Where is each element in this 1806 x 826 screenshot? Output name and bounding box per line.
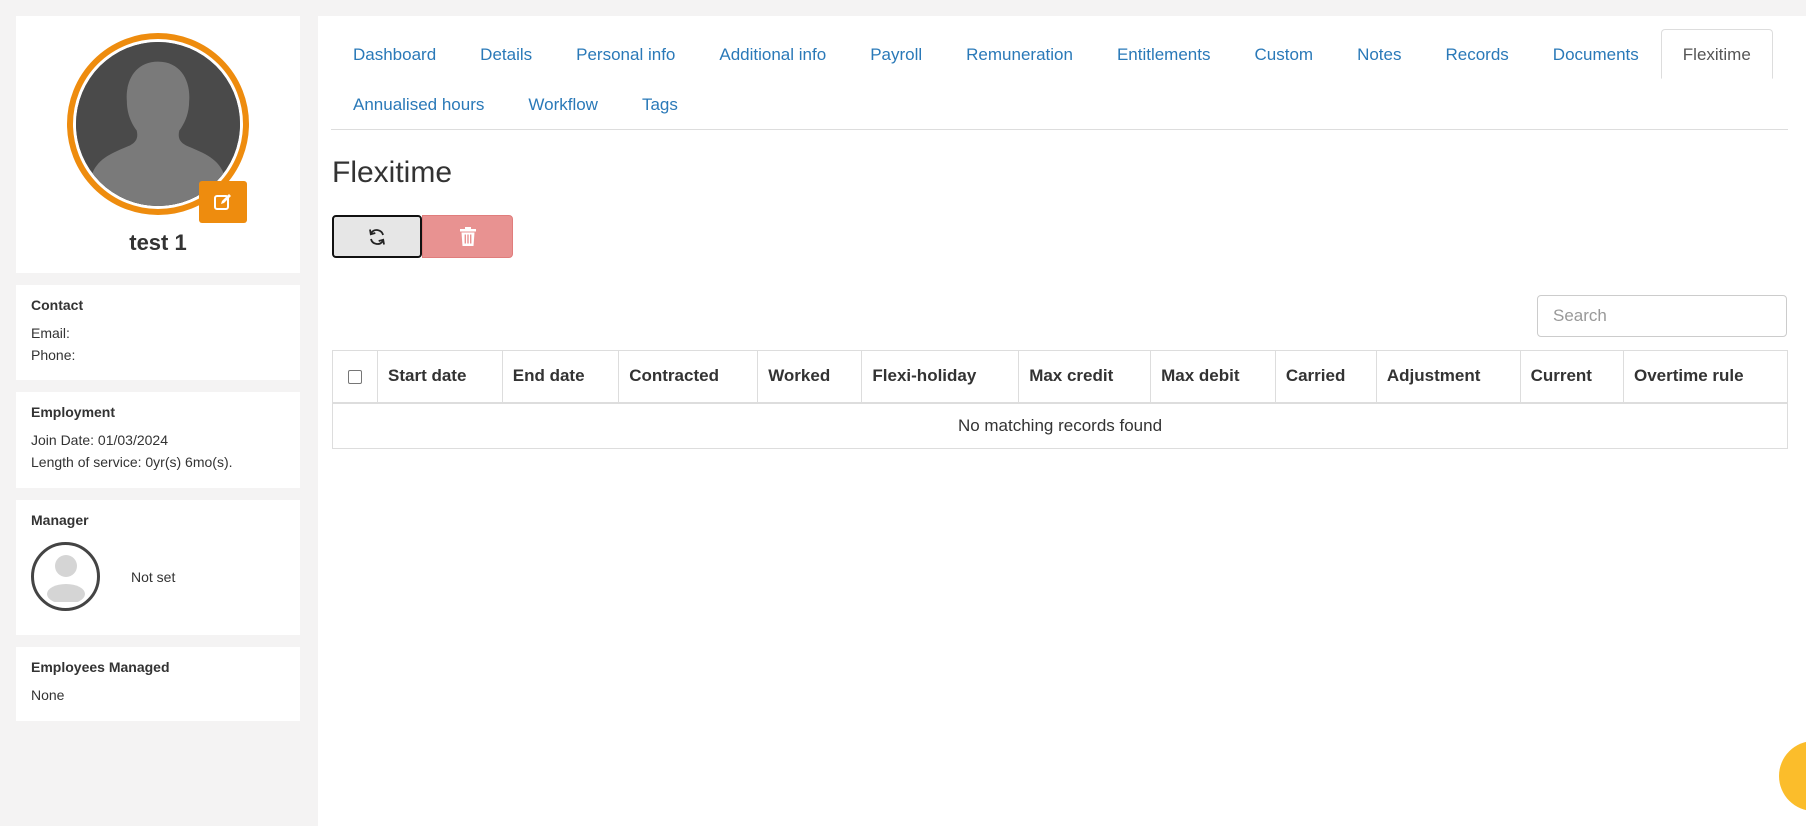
search-input[interactable] [1537,295,1787,337]
tab-records[interactable]: Records [1423,29,1530,79]
tab-annualised-hours[interactable]: Annualised hours [331,79,506,129]
manager-name: Not set [131,568,176,585]
refresh-button[interactable] [332,215,422,258]
contact-title: Contact [31,297,84,313]
edit-photo-button[interactable] [199,181,247,223]
length-of-service: Length of service: 0yr(s) 6mo(s). [31,454,233,470]
employees-managed-title: Employees Managed [31,659,170,675]
tab-documents[interactable]: Documents [1531,29,1661,79]
refresh-icon [369,228,385,245]
employee-sidebar: test 1 Contact Email: Phone: Employment … [16,16,300,733]
toolbar [332,215,513,258]
tab-notes[interactable]: Notes [1335,29,1423,79]
table-empty-row: No matching records found [333,403,1788,449]
manager-card: Manager Not set [16,500,300,635]
tab-details[interactable]: Details [458,29,554,79]
delete-button[interactable] [422,215,513,258]
profile-card: test 1 [16,16,300,273]
manager-title: Manager [31,512,89,528]
main-panel: Dashboard Details Personal info Addition… [318,16,1806,826]
tab-tags[interactable]: Tags [620,79,700,129]
employee-name: test 1 [129,230,187,255]
column-header-max-credit[interactable]: Max credit [1018,350,1152,404]
tab-flexitime[interactable]: Flexitime [1660,29,1773,79]
employees-managed-card: Employees Managed None [16,647,300,721]
tab-additional-info[interactable]: Additional info [697,29,848,79]
trash-icon [459,227,476,246]
tab-entitlements[interactable]: Entitlements [1095,29,1233,79]
tab-personal-info[interactable]: Personal info [554,29,697,79]
select-all-checkbox[interactable] [348,369,362,384]
column-header-start-date[interactable]: Start date [377,350,503,404]
column-header-contracted[interactable]: Contracted [618,350,759,404]
tab-dashboard[interactable]: Dashboard [331,29,458,79]
empty-message: No matching records found [957,415,1163,435]
tab-custom[interactable]: Custom [1232,29,1335,79]
phone-label: Phone: [31,347,76,363]
person-icon [46,554,85,602]
column-header-flexi-holiday[interactable]: Flexi-holiday [861,350,1020,404]
contact-card: Contact Email: Phone: [16,285,300,380]
manager-avatar [31,542,100,611]
tab-remuneration[interactable]: Remuneration [944,29,1095,79]
flexitime-table: Start date End date Contracted Worked Fl… [332,350,1788,449]
tab-bar: Dashboard Details Personal info Addition… [331,29,1788,130]
column-header-end-date[interactable]: End date [502,350,620,404]
tab-payroll[interactable]: Payroll [848,29,944,79]
column-header-current[interactable]: Current [1520,350,1625,404]
column-header-adjustment[interactable]: Adjustment [1376,350,1521,404]
column-header-carried[interactable]: Carried [1275,350,1377,404]
employees-managed-value: None [31,687,65,703]
column-header-worked[interactable]: Worked [757,350,863,404]
employment-card: Employment Join Date: 01/03/2024 Length … [16,392,300,488]
edit-icon [214,194,231,210]
join-date: Join Date: 01/03/2024 [31,432,168,448]
tab-workflow[interactable]: Workflow [506,79,620,129]
page-title: Flexitime [332,156,453,189]
table-header-row: Start date End date Contracted Worked Fl… [332,350,1788,404]
column-header-max-debit[interactable]: Max debit [1150,350,1276,404]
select-all-header [332,350,378,404]
column-header-overtime-rule[interactable]: Overtime rule [1623,350,1788,404]
employment-title: Employment [31,404,116,420]
email-label: Email: [31,325,70,341]
